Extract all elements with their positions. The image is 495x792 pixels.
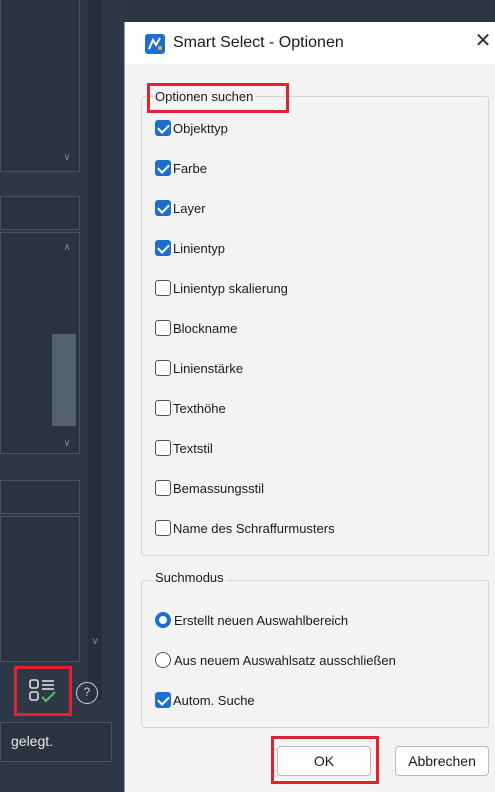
- checkbox[interactable]: [155, 240, 171, 256]
- smart-select-icon: [29, 679, 56, 703]
- checkbox-label: Bemassungsstil: [173, 480, 265, 496]
- option-checkbox-row[interactable]: Textstil: [155, 438, 213, 458]
- search-options-legend: Optionen suchen: [153, 89, 256, 104]
- option-checkbox-row[interactable]: Linientyp: [155, 238, 225, 258]
- chevron-up-icon[interactable]: ∧: [60, 242, 74, 253]
- checkbox[interactable]: [155, 692, 171, 708]
- radio-button[interactable]: [155, 652, 171, 668]
- checkbox[interactable]: [155, 400, 171, 416]
- smart-select-tool-button[interactable]: [14, 666, 72, 716]
- checkbox-label: Objekttyp: [173, 120, 228, 136]
- cancel-button[interactable]: Abbrechen: [395, 746, 489, 776]
- checkbox-label: Layer: [173, 200, 206, 216]
- option-checkbox-row[interactable]: Blockname: [155, 318, 237, 338]
- radio-label: Aus neuem Auswahlsatz ausschließen: [174, 652, 396, 668]
- option-checkbox-row[interactable]: Name des Schraffurmusters: [155, 518, 335, 538]
- background-field-2[interactable]: [0, 480, 80, 514]
- checkbox-label: Name des Schraffurmusters: [173, 520, 335, 536]
- dialog-titlebar[interactable]: Smart Select - Optionen ✕: [125, 22, 495, 64]
- dialog-title: Smart Select - Optionen: [173, 34, 344, 51]
- option-checkbox-row[interactable]: Farbe: [155, 158, 207, 178]
- option-checkbox-row[interactable]: Linientyp skalierung: [155, 278, 288, 298]
- ok-button[interactable]: OK: [277, 746, 371, 776]
- checkbox-label: Linientyp skalierung: [173, 280, 288, 296]
- checkbox-label: Linientyp: [173, 240, 226, 256]
- status-text: gelegt.: [11, 733, 54, 749]
- background-list-3: [0, 516, 80, 662]
- chevron-down-icon[interactable]: ∨: [60, 152, 74, 163]
- checkbox[interactable]: [155, 480, 171, 496]
- option-checkbox-row[interactable]: Linienstärke: [155, 358, 243, 378]
- option-checkbox-row[interactable]: Layer: [155, 198, 206, 218]
- close-icon[interactable]: ✕: [471, 30, 495, 54]
- checkbox[interactable]: [155, 360, 171, 376]
- help-icon[interactable]: ?: [76, 682, 98, 704]
- search-mode-legend: Suchmodus: [153, 570, 226, 585]
- checkbox-label: Autom. Suche: [173, 692, 255, 708]
- radio-label: Erstellt neuen Auswahlbereich: [174, 612, 349, 628]
- checkbox-label: Blockname: [173, 320, 238, 336]
- checkbox[interactable]: [155, 160, 171, 176]
- radio-new-selection[interactable]: Erstellt neuen Auswahlbereich: [155, 610, 348, 630]
- checkbox-label: Textstil: [173, 440, 213, 456]
- checkbox[interactable]: [155, 200, 171, 216]
- option-checkbox-row[interactable]: Bemassungsstil: [155, 478, 264, 498]
- background-field-1[interactable]: [0, 196, 80, 230]
- status-field: gelegt.: [0, 722, 112, 762]
- checkbox[interactable]: [155, 280, 171, 296]
- smart-select-options-dialog: Smart Select - Optionen ✕ Optionen suche…: [124, 22, 495, 792]
- checkbox-label: Texthöhe: [173, 400, 226, 416]
- option-checkbox-row[interactable]: Texthöhe: [155, 398, 226, 418]
- radio-exclude-from-set[interactable]: Aus neuem Auswahlsatz ausschließen: [155, 650, 396, 670]
- checkbox[interactable]: [155, 440, 171, 456]
- radio-button[interactable]: [155, 612, 171, 628]
- checkbox[interactable]: [155, 320, 171, 336]
- background-scrollbar[interactable]: [88, 0, 102, 700]
- checkbox-label: Linienstärke: [173, 360, 244, 376]
- option-checkbox-row[interactable]: Objekttyp: [155, 118, 228, 138]
- chevron-down-icon[interactable]: ∨: [60, 438, 74, 449]
- background-list-1: [0, 0, 80, 172]
- scrollbar-thumb[interactable]: [52, 334, 76, 426]
- chevron-down-icon[interactable]: ∨: [88, 636, 102, 647]
- auto-search-checkbox-row[interactable]: Autom. Suche: [155, 690, 255, 710]
- checkbox[interactable]: [155, 120, 171, 136]
- checkbox-label: Farbe: [173, 160, 207, 176]
- app-logo-icon: [145, 34, 165, 54]
- checkbox[interactable]: [155, 520, 171, 536]
